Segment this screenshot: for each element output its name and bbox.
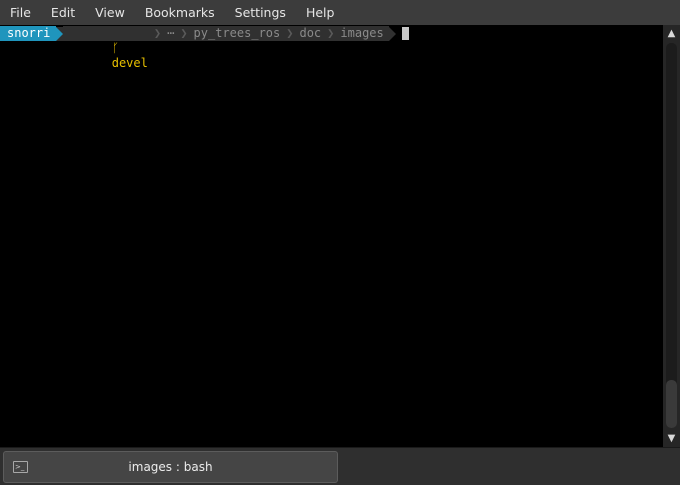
chevron-right-icon: ❯ (179, 26, 189, 41)
terminal-view[interactable]: snorri ᚴ devel ❯ ⋯ ❯ py_trees_ros ❯ doc … (0, 25, 663, 447)
prompt-end-arrow (388, 26, 396, 41)
scroll-down-icon[interactable]: ▼ (665, 432, 678, 445)
menu-help[interactable]: Help (296, 0, 345, 25)
prompt-path-segment: py_trees_ros (188, 26, 286, 41)
prompt-path-segment: doc (294, 26, 327, 41)
chevron-right-icon: ❯ (326, 26, 336, 41)
scrollbar-track[interactable] (666, 43, 677, 428)
prompt-separator-arrow (56, 26, 64, 41)
tab-label: images : bash (128, 460, 213, 474)
menu-edit[interactable]: Edit (41, 0, 85, 25)
chevron-right-icon: ❯ (285, 26, 295, 41)
menu-bookmarks[interactable]: Bookmarks (135, 0, 225, 25)
menu-bar: File Edit View Bookmarks Settings Help (0, 0, 680, 25)
text-cursor (401, 27, 409, 40)
prompt-git-segment: ᚴ devel (63, 26, 153, 70)
prompt-user: snorri (0, 26, 57, 41)
prompt-path-ellipsis: ⋯ (162, 26, 180, 41)
scrollbar-thumb[interactable] (666, 380, 677, 428)
menu-file[interactable]: File (0, 0, 41, 25)
terminal-icon: >_ (13, 461, 28, 473)
branch-icon: ᚴ (111, 41, 119, 55)
vertical-scrollbar[interactable]: ▲ ▼ (663, 25, 680, 447)
prompt-path-segment: images (335, 26, 389, 41)
menu-settings[interactable]: Settings (225, 0, 296, 25)
prompt-git-branch: devel (111, 56, 148, 70)
tab-images-bash[interactable]: >_ images : bash (3, 451, 338, 483)
tab-bar: >_ images : bash (0, 447, 680, 485)
menu-view[interactable]: View (85, 0, 135, 25)
shell-prompt: snorri ᚴ devel ❯ ⋯ ❯ py_trees_ros ❯ doc … (0, 26, 409, 70)
chevron-right-icon: ❯ (152, 26, 163, 41)
scroll-up-icon[interactable]: ▲ (665, 27, 678, 40)
